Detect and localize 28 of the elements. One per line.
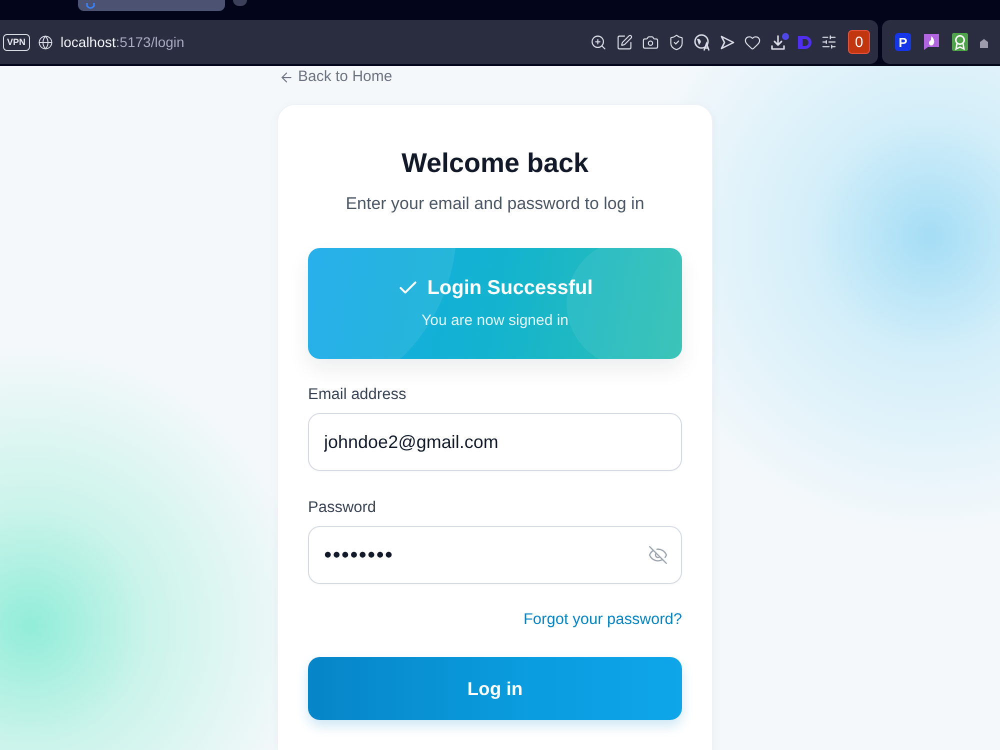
address-bar[interactable]: VPN localhost:5173/login 0 [0,20,878,64]
shield-icon[interactable] [668,34,685,50]
edit-icon[interactable] [616,34,633,50]
zoom-icon[interactable] [590,34,607,50]
download-icon[interactable] [770,32,789,52]
banner-message: You are now signed in [421,311,569,331]
password-field[interactable]: •••••••• [308,526,682,584]
tab-favicon-icon [86,3,95,9]
vpn-badge[interactable]: VPN [3,34,30,50]
heart-icon[interactable] [744,34,761,50]
forgot-password-link[interactable]: Forgot your password? [523,610,682,630]
banner-title: Login Successful [427,276,593,301]
sliders-icon[interactable] [821,34,837,50]
translate-icon[interactable] [694,34,711,50]
ribbon-icon[interactable] [952,33,968,51]
extension-badge[interactable]: P [895,33,911,51]
field-label: Email address [308,385,408,405]
send-icon[interactable] [720,34,735,50]
field-label: Password [308,498,378,518]
house-icon[interactable] [980,36,988,48]
url-text[interactable]: localhost:5173/login [60,34,184,50]
back-link[interactable]: Back to Home [279,67,392,87]
card-subtitle: Enter your email and password to log in [344,193,646,215]
count-badge[interactable]: 0 [848,30,870,54]
card-title: Welcome back [400,147,590,180]
flame-icon[interactable] [923,33,940,51]
globe-icon [38,34,53,50]
camera-icon[interactable] [642,34,659,50]
